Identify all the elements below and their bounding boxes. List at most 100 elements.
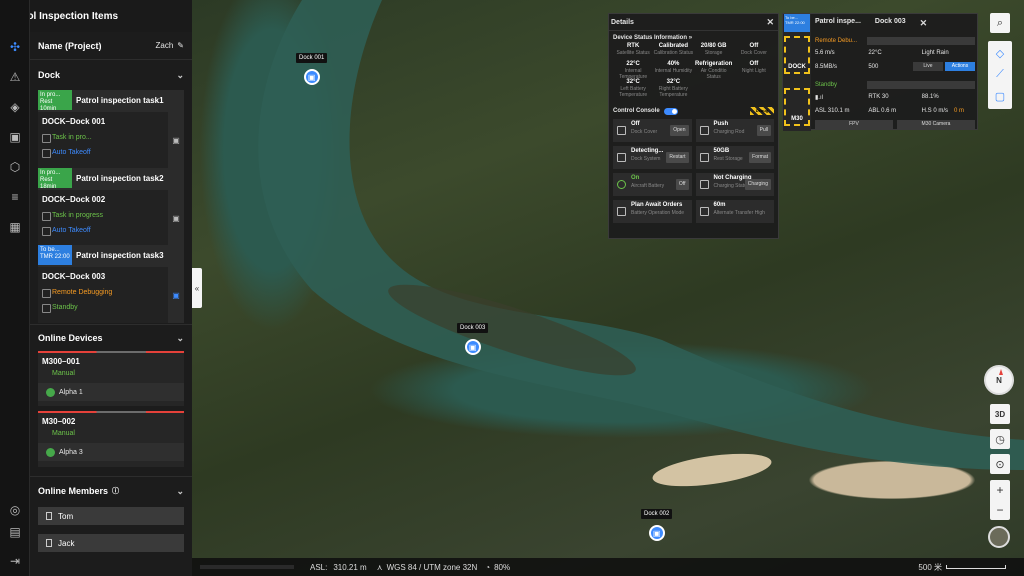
members-section-header[interactable]: Online Members ⓘ ⌄ xyxy=(30,479,192,503)
zoom-in-button[interactable]: + xyxy=(990,480,1010,500)
locate-icon[interactable]: ⊙ xyxy=(990,454,1010,474)
zoom-out-button[interactable]: − xyxy=(990,500,1010,520)
height-icon xyxy=(699,207,709,216)
dock-section-header[interactable]: Dock ⌄ xyxy=(30,63,192,87)
close-icon[interactable]: ✕ xyxy=(766,17,774,28)
device-card[interactable]: M300–001 Manual Alpha 1 xyxy=(38,351,184,406)
phone-icon xyxy=(46,512,52,520)
format-button[interactable]: Format xyxy=(749,152,771,163)
patrol-title: Patrol inspe... xyxy=(815,18,861,25)
dock-marker[interactable]: Dock 002 ▣ xyxy=(641,509,673,541)
task-detail-icon[interactable]: ▣ xyxy=(168,112,184,168)
task-detail-icon[interactable]: ▣ xyxy=(168,190,184,246)
live-button[interactable]: Live xyxy=(913,62,943,71)
chevron-down-icon[interactable]: ⌄ xyxy=(176,70,184,81)
edit-icon[interactable]: ✎ xyxy=(177,41,184,50)
console-toggle[interactable] xyxy=(663,107,678,115)
task-name: Patrol inspection task2 xyxy=(76,173,164,183)
task-status: Task in pro... xyxy=(42,130,180,145)
status-title: Device Status Information xyxy=(613,35,688,41)
dock-thumb[interactable]: DOCK xyxy=(784,36,810,74)
pilot-name: Alpha 3 xyxy=(59,448,83,456)
info-icon[interactable]: ⓘ xyxy=(112,486,119,496)
asl-value: 310.21 m xyxy=(333,562,367,572)
polygon-icon[interactable]: ▢ xyxy=(990,86,1010,106)
chevron-down-icon[interactable]: ⌄ xyxy=(176,333,184,344)
warning-icon[interactable]: ⚠ xyxy=(8,70,22,84)
battery-mode-radio[interactable]: Plan Await Orders xyxy=(631,202,690,208)
task-status: Task in progress xyxy=(42,208,180,223)
globe-icon[interactable]: ◎ xyxy=(8,503,22,517)
drone-icon[interactable]: ✣ xyxy=(8,40,22,54)
chevron-right-icon[interactable]: » xyxy=(689,35,692,41)
console-item: Push Charging Rod Pull xyxy=(695,119,774,142)
pilot-name: Alpha 1 xyxy=(59,388,83,396)
member-item[interactable]: Jack xyxy=(38,534,184,552)
dock-label: Dock 001 xyxy=(296,53,328,63)
actions-button[interactable]: Actions xyxy=(945,62,975,71)
task-name: Patrol inspection task3 xyxy=(76,250,164,260)
status-grid: RTK Satellite Status Calibrated Calibratio… xyxy=(616,43,767,98)
task-card[interactable]: To be... TMR 22:00 Patrol inspection task… xyxy=(38,245,184,323)
wind-speed: 5.6 m/s xyxy=(815,50,835,56)
restart-button[interactable]: Restart xyxy=(666,152,689,163)
document-icon[interactable]: ▤ xyxy=(8,525,22,539)
layers-icon[interactable]: ◈ xyxy=(8,100,22,114)
basemap-icon[interactable] xyxy=(988,526,1010,548)
close-icon[interactable]: ✕ xyxy=(920,18,928,29)
device-mode: Manual xyxy=(52,430,75,437)
compass-icon[interactable]: N xyxy=(984,365,1014,395)
open-button[interactable]: Open xyxy=(670,125,689,136)
pull-button[interactable]: Pull xyxy=(756,125,771,136)
console-item: On Aircraft Battery Off xyxy=(613,173,692,196)
project-label: Name (Project) xyxy=(38,40,102,51)
member-name: Tom xyxy=(58,511,74,521)
dock-marker[interactable]: Dock 003 ▣ xyxy=(457,323,489,355)
fpv-button[interactable]: FPV xyxy=(815,120,893,129)
project-row[interactable]: Name (Project) Zach ✎ xyxy=(30,32,192,60)
search-icon[interactable]: ⌕ xyxy=(990,13,1010,33)
details-panel: Details ✕ Device Status Information » RTK… xyxy=(608,13,779,239)
logout-icon[interactable]: ⇥ xyxy=(8,554,22,568)
charging-button[interactable]: Charging xyxy=(744,179,771,190)
tasks-icon[interactable]: ≡ xyxy=(8,190,22,204)
battery-mode-icon xyxy=(617,207,626,216)
clock-icon[interactable]: ◷ xyxy=(990,429,1010,449)
task-card[interactable]: In pro... Rest 10min Patrol inspection ta… xyxy=(38,90,184,168)
task-mode: Auto Takeoff xyxy=(42,145,180,160)
collapse-panel-button[interactable]: « xyxy=(192,268,202,308)
progress-value: 80% xyxy=(494,562,511,572)
dock-name: DOCK–Dock 001 xyxy=(42,117,106,126)
camera-button[interactable]: M30 Camera xyxy=(897,120,975,129)
line-icon[interactable]: ⟋ xyxy=(990,64,1010,84)
asl-value: ASL 310.1 m xyxy=(815,108,850,114)
console-item: 50GB Rest Storage Format xyxy=(695,146,774,169)
calendar-icon[interactable]: ▦ xyxy=(8,220,22,234)
3d-view-button[interactable]: 3D xyxy=(990,404,1010,424)
patrol-dock: Dock 003 xyxy=(874,18,906,25)
drone-thumb[interactable]: M30 xyxy=(784,88,810,126)
task-name: Patrol inspection task1 xyxy=(76,95,164,105)
media-icon[interactable]: ▣ xyxy=(8,130,22,144)
status-badge: To be... TMR 22:00 xyxy=(38,245,72,265)
task-mode: Standby xyxy=(42,300,180,315)
storage-icon xyxy=(699,153,709,162)
dock-marker[interactable]: Dock 001 ▣ xyxy=(296,53,328,85)
task-card[interactable]: In pro... Rest 18min Patrol inspection ta… xyxy=(38,168,184,246)
status-badge: In pro... Rest 18min xyxy=(38,168,72,190)
off-button[interactable]: Off xyxy=(675,179,689,190)
dock-cover-icon xyxy=(617,126,626,135)
member-item[interactable]: Tom xyxy=(38,507,184,525)
model-icon[interactable]: ⬡ xyxy=(8,160,22,174)
chevron-down-icon[interactable]: ⌄ xyxy=(176,486,184,497)
dock-status: Remote Debu... xyxy=(815,38,858,44)
dock-label: Dock 003 xyxy=(457,323,489,333)
members-section-title: Online Members xyxy=(38,486,109,496)
charging-rod-icon xyxy=(699,126,709,135)
task-detail-icon[interactable]: ▣ xyxy=(168,267,184,323)
device-card[interactable]: M30–002 Manual Alpha 3 xyxy=(38,411,184,467)
devices-section-header[interactable]: Online Devices ⌄ xyxy=(30,326,192,350)
dock-name: DOCK–Dock 003 xyxy=(42,272,106,281)
weather: Light Rain xyxy=(921,50,949,56)
pin-icon[interactable]: ◇ xyxy=(990,43,1010,63)
